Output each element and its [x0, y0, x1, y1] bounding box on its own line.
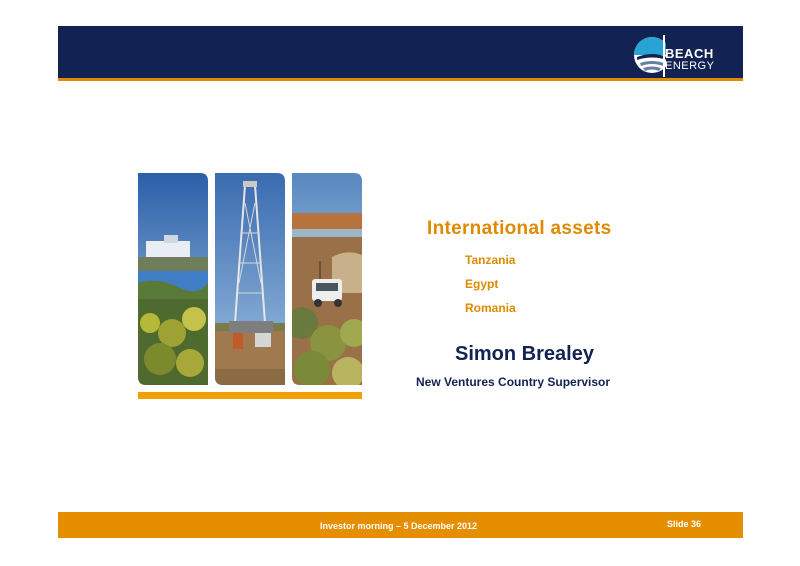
asset-list: Tanzania Egypt Romania [465, 252, 516, 324]
slide-number: Slide 36 [667, 519, 702, 529]
beach-energy-logo: BEACH ENERGY [632, 33, 740, 77]
presenter-role: New Ventures Country Supervisor [416, 375, 611, 389]
list-item: Tanzania [465, 253, 516, 267]
field-vehicle-photo [292, 173, 362, 385]
header-accent-line [58, 78, 743, 81]
photo-collage [138, 173, 362, 385]
gas-plant-photo [138, 173, 208, 385]
presenter-name: Simon Brealey [455, 343, 594, 365]
list-item: Romania [465, 301, 516, 315]
drilling-rig-photo [215, 173, 285, 385]
logo-text-energy: ENERGY [665, 60, 715, 72]
slide-subtitle: International assets [427, 218, 612, 239]
photo-accent-bar [138, 392, 362, 399]
logo-globe-icon [634, 35, 666, 77]
logo-text-beach: BEACH [665, 46, 714, 61]
footer-event-text: Investor morning – 5 December 2012 [320, 521, 478, 531]
list-item: Egypt [465, 277, 499, 291]
